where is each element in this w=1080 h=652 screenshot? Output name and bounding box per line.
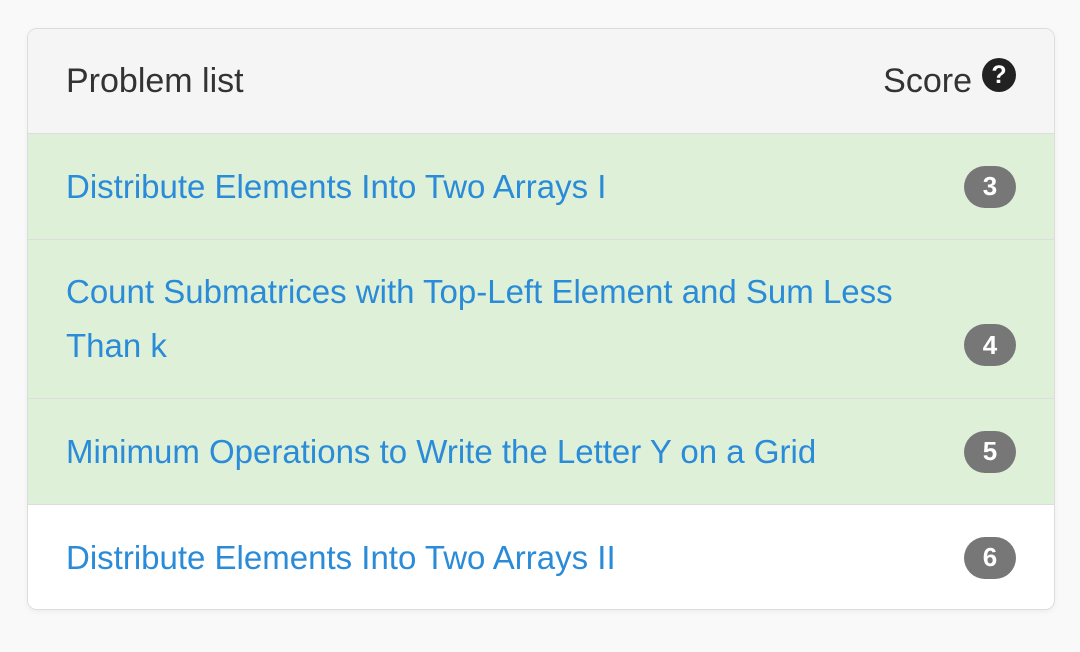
problem-row: Distribute Elements Into Two Arrays I 3: [28, 134, 1054, 240]
problem-link[interactable]: Count Submatrices with Top-Left Element …: [66, 265, 964, 373]
score-badge: 6: [964, 536, 1016, 579]
score-header: Score ?: [883, 58, 1016, 101]
score-badge: 4: [964, 324, 1016, 366]
problem-list-panel: Problem list Score ? Distribute Elements…: [27, 28, 1055, 610]
panel-header: Problem list Score ?: [28, 29, 1054, 134]
problem-link[interactable]: Minimum Operations to Write the Letter Y…: [66, 425, 816, 479]
problem-row: Count Submatrices with Top-Left Element …: [28, 240, 1054, 399]
panel-title: Problem list: [66, 61, 244, 100]
score-label: Score: [883, 61, 972, 100]
score-badge: 5: [964, 430, 1016, 473]
problem-row: Minimum Operations to Write the Letter Y…: [28, 399, 1054, 505]
problem-link[interactable]: Distribute Elements Into Two Arrays I: [66, 160, 606, 214]
problem-link[interactable]: Distribute Elements Into Two Arrays II: [66, 531, 616, 585]
problem-row: Distribute Elements Into Two Arrays II 6: [28, 505, 1054, 609]
score-badge: 3: [964, 165, 1016, 208]
question-circle-icon[interactable]: ?: [982, 58, 1016, 92]
